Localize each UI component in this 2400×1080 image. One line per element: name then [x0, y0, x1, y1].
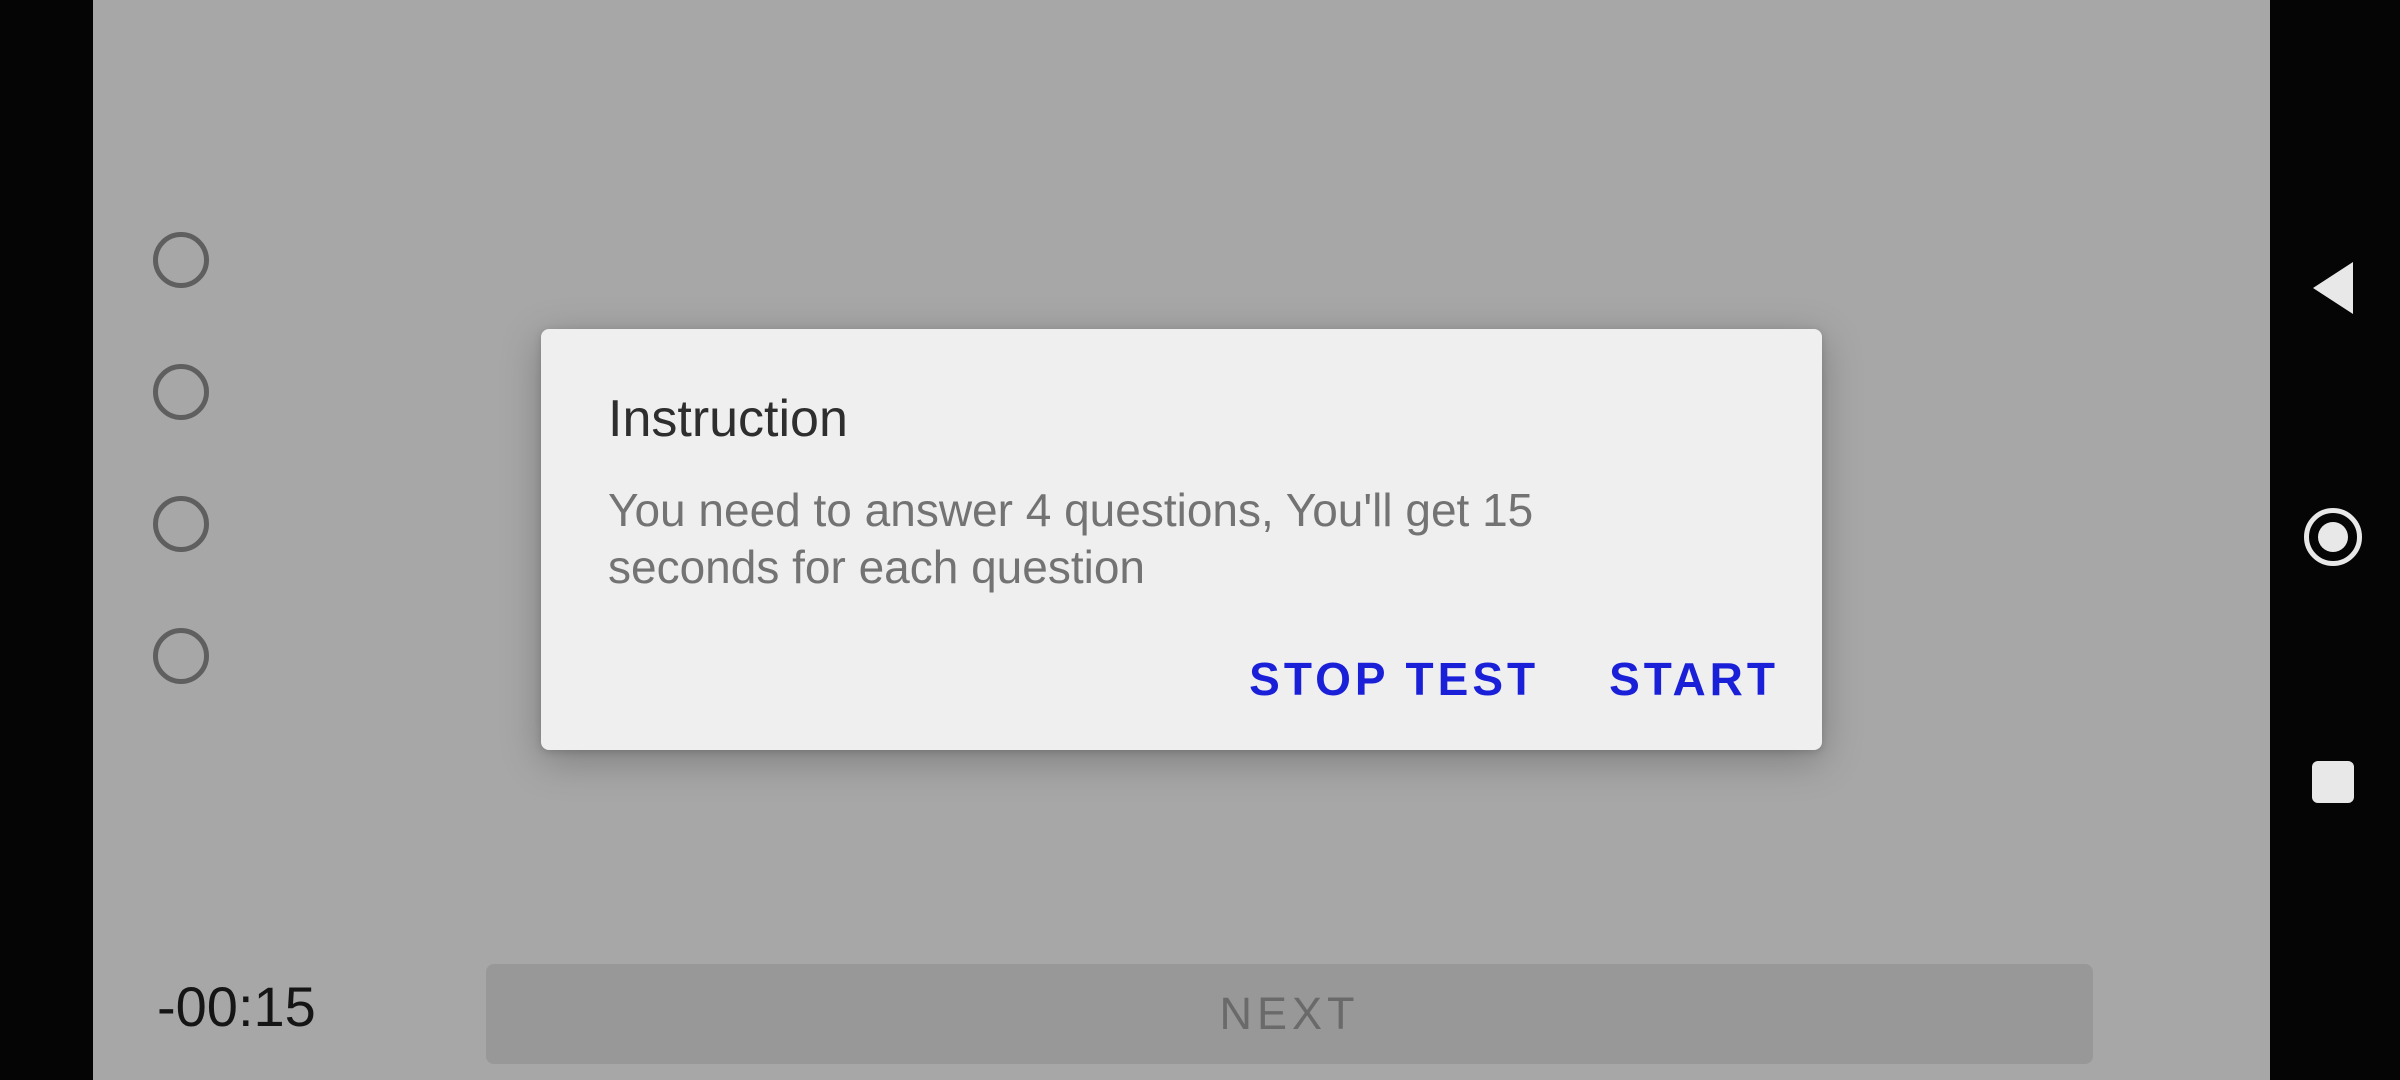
- answer-option-radio-3[interactable]: [153, 496, 209, 552]
- recents-icon[interactable]: [2312, 761, 2354, 803]
- instruction-dialog: Instruction You need to answer 4 questio…: [541, 329, 1822, 750]
- answer-option-radio-1[interactable]: [153, 232, 209, 288]
- answer-option-radio-2[interactable]: [153, 364, 209, 420]
- back-icon[interactable]: [2313, 262, 2353, 314]
- home-icon[interactable]: [2304, 508, 2362, 566]
- next-button[interactable]: NEXT: [486, 964, 2093, 1064]
- start-button[interactable]: START: [1609, 652, 1779, 706]
- countdown-timer: -00:15: [157, 975, 316, 1038]
- dialog-title: Instruction: [608, 390, 848, 448]
- system-navigation-bar: [2270, 0, 2400, 1080]
- dialog-message: You need to answer 4 questions, You'll g…: [608, 484, 1534, 593]
- device-screen: -00:15 NEXT Instruction You need to answ…: [0, 0, 2400, 1080]
- stop-test-button[interactable]: STOP TEST: [1249, 652, 1539, 706]
- answer-option-radio-4[interactable]: [153, 628, 209, 684]
- dialog-actions: STOP TEST START: [1249, 652, 1779, 706]
